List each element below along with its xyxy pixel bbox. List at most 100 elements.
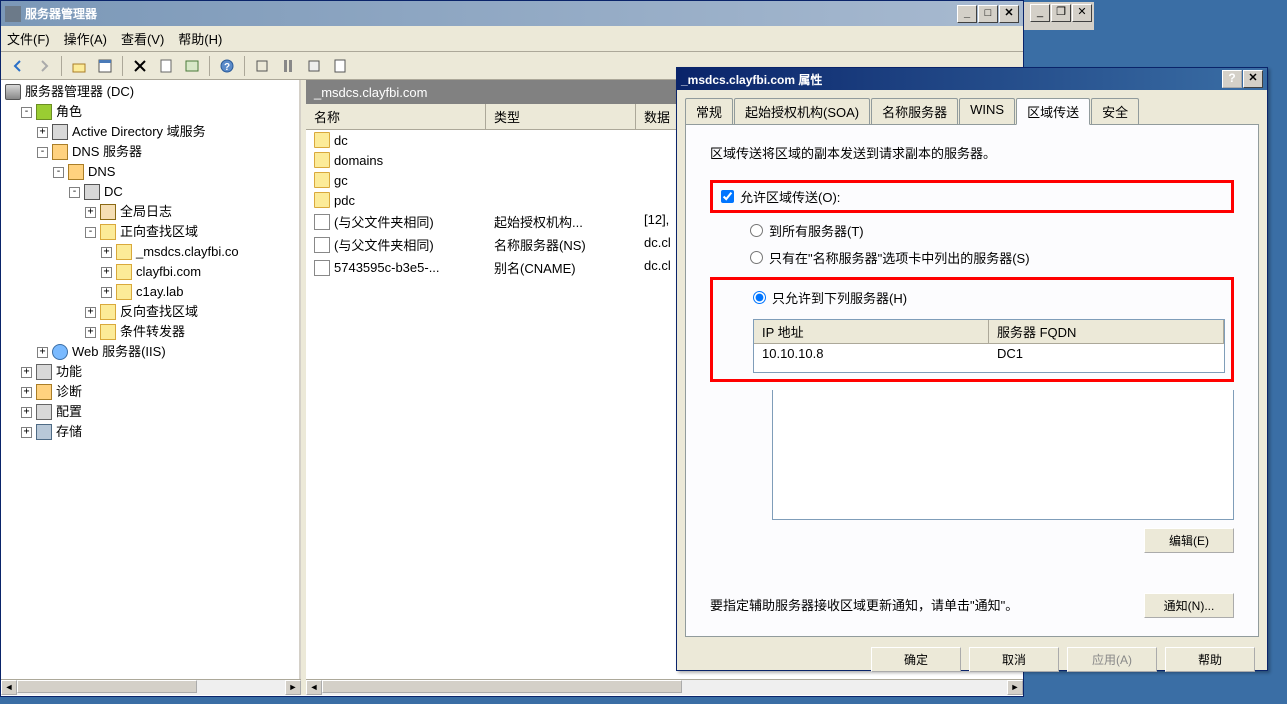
tab-nameservers[interactable]: 名称服务器 [871,98,958,124]
bg-minimize-button[interactable]: _ [1030,4,1050,22]
new-button[interactable] [155,55,177,77]
tab-security[interactable]: 安全 [1091,98,1139,124]
forward-button[interactable] [33,55,55,77]
tree-conditional-forwarders[interactable]: +条件转发器 [3,322,297,342]
minimize-button[interactable]: _ [957,5,977,23]
dialog-close-button[interactable]: ✕ [1243,70,1263,88]
tab-wins[interactable]: WINS [959,98,1015,124]
collapse-icon[interactable]: - [21,107,32,118]
menu-help[interactable]: 帮助(H) [178,29,222,48]
scroll-track[interactable] [17,680,285,695]
tree-dc[interactable]: -DC [3,182,297,202]
tree-configuration[interactable]: +配置 [3,402,297,422]
toolbar-separator [61,56,62,76]
close-button[interactable]: ✕ [999,5,1019,23]
collapse-icon[interactable]: - [53,167,64,178]
expand-icon[interactable]: + [21,387,32,398]
tree-hscrollbar[interactable]: ◄ ► [1,679,301,695]
collapse-icon[interactable]: - [69,187,80,198]
cancel-button[interactable]: 取消 [969,647,1059,672]
tool-button-3[interactable] [303,55,325,77]
allowed-servers-list[interactable]: IP 地址 服务器 FQDN 10.10.10.8 DC1 [753,319,1225,373]
col-ip-address[interactable]: IP 地址 [754,320,989,343]
tree-forward-lookup[interactable]: -正向查找区域 [3,222,297,242]
radio-all-servers[interactable] [750,224,763,237]
tool-button-4[interactable] [329,55,351,77]
scroll-right-button[interactable]: ► [285,680,301,695]
collapse-icon[interactable]: - [37,147,48,158]
allow-zone-transfer-checkbox[interactable] [721,190,734,203]
expand-icon[interactable]: + [21,407,32,418]
expand-icon[interactable]: + [37,347,48,358]
expand-icon[interactable]: + [101,267,112,278]
allowed-servers-list-extension[interactable] [772,390,1234,520]
delete-button[interactable] [129,55,151,77]
tree-dns[interactable]: -DNS [3,162,297,182]
bg-close-button[interactable]: ✕ [1072,4,1092,22]
dialog-titlebar[interactable]: _msdcs.clayfbi.com 属性 ? ✕ [677,68,1267,90]
tree-diagnostics[interactable]: +诊断 [3,382,297,402]
tree-roles[interactable]: -角色 [3,102,297,122]
help-button[interactable]: ? [216,55,238,77]
scroll-track[interactable] [322,680,1007,695]
bg-restore-button[interactable]: ❐ [1051,4,1071,22]
expand-icon[interactable]: + [21,427,32,438]
expand-icon[interactable]: + [37,127,48,138]
scroll-thumb[interactable] [322,680,682,693]
menu-view[interactable]: 查看(V) [121,29,164,48]
col-server-fqdn[interactable]: 服务器 FQDN [989,320,1224,343]
tree-global-log[interactable]: +全局日志 [3,202,297,222]
radio-only-following[interactable] [753,291,766,304]
tree-label: DNS 服务器 [72,142,142,162]
menu-action[interactable]: 操作(A) [64,29,107,48]
tree-dns-server[interactable]: - DNS 服务器 [3,142,297,162]
tab-zone-transfer[interactable]: 区域传送 [1016,98,1090,125]
tree-storage[interactable]: +存储 [3,422,297,442]
column-name[interactable]: 名称 [306,104,486,129]
only-following-highlight: 只允许到下列服务器(H) IP 地址 服务器 FQDN 10.10.10.8 D… [710,277,1234,382]
expand-icon[interactable]: + [85,207,96,218]
dialog-help-button[interactable]: ? [1222,70,1242,88]
expand-icon[interactable]: + [101,287,112,298]
expand-icon[interactable]: + [21,367,32,378]
tab-soa[interactable]: 起始授权机构(SOA) [734,98,870,124]
radio-ns-tab-servers[interactable] [750,251,763,264]
collapse-icon[interactable]: - [85,227,96,238]
list-hscrollbar[interactable]: ◄ ► [306,679,1023,695]
scroll-thumb[interactable] [17,680,197,693]
tool-button-2[interactable] [277,55,299,77]
tree-label: Web 服务器(IIS) [72,342,166,362]
expand-icon[interactable]: + [85,307,96,318]
apply-button[interactable]: 应用(A) [1067,647,1157,672]
server-list-row[interactable]: 10.10.10.8 DC1 [754,344,1224,363]
tree-zone-msdcs[interactable]: +_msdcs.clayfbi.co [3,242,297,262]
tree-root[interactable]: 服务器管理器 (DC) [3,82,297,102]
expand-icon[interactable]: + [101,247,112,258]
back-button[interactable] [7,55,29,77]
ok-button[interactable]: 确定 [871,647,961,672]
properties-button[interactable] [94,55,116,77]
tree-ad[interactable]: +Active Directory 域服务 [3,122,297,142]
refresh-button[interactable] [181,55,203,77]
tree-features[interactable]: +功能 [3,362,297,382]
tree-reverse-lookup[interactable]: +反向查找区域 [3,302,297,322]
tree-pane[interactable]: 服务器管理器 (DC) -角色 +Active Directory 域服务 -D… [1,80,301,679]
row-type: 名称服务器(NS) [486,235,636,254]
tree-web-server[interactable]: + Web 服务器(IIS) [3,342,297,362]
expand-icon[interactable]: + [85,327,96,338]
notify-button[interactable]: 通知(N)... [1144,593,1234,618]
column-type[interactable]: 类型 [486,104,636,129]
menu-file[interactable]: 文件(F) [7,29,50,48]
help-button[interactable]: 帮助 [1165,647,1255,672]
scroll-left-button[interactable]: ◄ [1,680,17,695]
notify-description: 要指定辅助服务器接收区域更新通知，请单击"通知"。 [710,596,1128,616]
tab-general[interactable]: 常规 [685,98,733,124]
tree-zone-c1ay[interactable]: +c1ay.lab [3,282,297,302]
maximize-button[interactable]: □ [978,5,998,23]
tool-button-1[interactable] [251,55,273,77]
tree-zone-clayfbi[interactable]: +clayfbi.com [3,262,297,282]
edit-button[interactable]: 编辑(E) [1144,528,1234,553]
up-button[interactable] [68,55,90,77]
scroll-right-button[interactable]: ► [1007,680,1023,695]
scroll-left-button[interactable]: ◄ [306,680,322,695]
